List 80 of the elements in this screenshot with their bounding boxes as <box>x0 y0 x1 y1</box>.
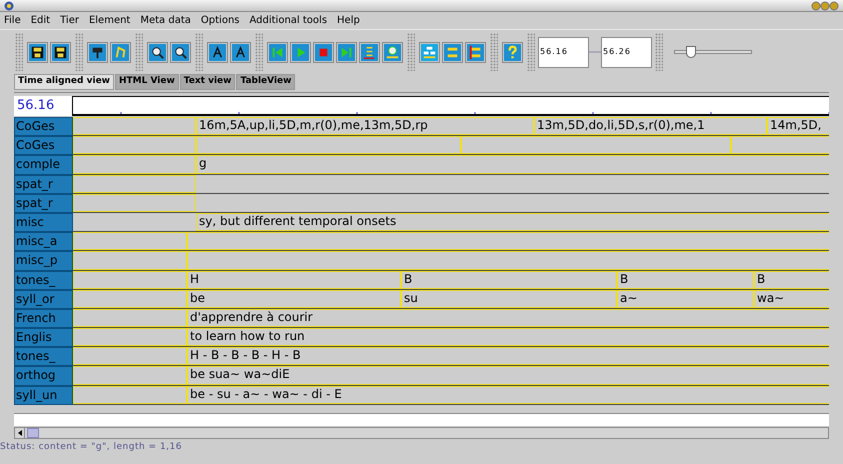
toolbar-grip[interactable] <box>407 33 415 71</box>
annotation-cell[interactable]: B <box>754 270 829 289</box>
annotation-cell[interactable]: B <box>617 270 754 289</box>
annotation-cell[interactable]: be <box>187 290 401 308</box>
tier-label[interactable]: CoGes <box>14 117 73 136</box>
menu-item[interactable]: Options <box>200 13 240 28</box>
left-arrow-icon <box>18 430 22 436</box>
tier-label[interactable]: CoGes <box>14 136 73 156</box>
tier-label[interactable]: misc_p <box>14 251 73 270</box>
annotation-cell[interactable]: H <box>187 270 401 289</box>
toolbar-grip[interactable] <box>655 33 663 71</box>
tier-label[interactable]: misc <box>14 212 73 232</box>
toolbar-grip[interactable] <box>75 33 83 71</box>
tier-label[interactable]: syll_or <box>14 290 73 309</box>
tier-label[interactable]: syll_un <box>14 386 73 405</box>
toolbar-grip[interactable] <box>15 33 23 71</box>
play-icon[interactable] <box>290 42 311 62</box>
toolbar-grip[interactable] <box>527 33 535 71</box>
skip-forward-icon[interactable] <box>336 42 357 62</box>
tier-label[interactable]: orthog <box>14 366 73 386</box>
skip-back-icon[interactable] <box>267 42 288 62</box>
empty-annotation[interactable] <box>187 232 829 250</box>
scrollbar-thumb[interactable] <box>27 428 39 438</box>
annotation-cell[interactable]: to learn how to run <box>187 328 829 346</box>
empty-annotation[interactable] <box>461 136 731 154</box>
tier-label[interactable]: spat_r <box>14 194 73 213</box>
toolbar-grip[interactable] <box>135 33 143 71</box>
annotation-cell[interactable]: 13m,5D,do,li,5D,s,r(0),me,1 <box>534 117 767 136</box>
annotation-cell[interactable]: su <box>401 290 617 308</box>
tier-label[interactable]: tones_ <box>14 270 73 290</box>
annotation-cell[interactable]: 14m,5D, <box>767 117 829 136</box>
zoom-out-icon[interactable] <box>147 42 168 62</box>
annotation-cell[interactable]: wa~ <box>754 290 829 308</box>
zoom-in-icon[interactable] <box>170 42 191 62</box>
window-controls-icon[interactable] <box>811 0 839 10</box>
tier-label[interactable]: comple <box>14 155 73 175</box>
menu-item[interactable]: Element <box>88 13 130 28</box>
annotation-cell[interactable]: a~ <box>617 290 754 308</box>
view-tab[interactable]: TableView <box>236 74 296 90</box>
view-tab[interactable]: Text view <box>180 74 236 90</box>
annotation-cell[interactable]: H - B - B - B - H - B <box>187 347 829 366</box>
annotation-cell[interactable]: B <box>401 270 617 289</box>
slider-thumb[interactable] <box>686 46 696 58</box>
empty-annotation[interactable] <box>731 136 829 154</box>
end-time-field[interactable]: 56.26 <box>601 36 652 68</box>
tier-label[interactable]: Englis <box>14 328 73 348</box>
help-icon[interactable] <box>502 42 523 62</box>
start-time-field[interactable]: 56.16 <box>538 36 589 68</box>
annotation-cell[interactable]: g <box>196 155 829 174</box>
menu-item[interactable]: Edit <box>30 13 50 28</box>
annotation-cell[interactable]: 16m,5A,up,li,5D,m,r(0),me,13m,5D,rp <box>196 117 534 136</box>
view-tab[interactable]: HTML View <box>114 74 179 90</box>
tier-label[interactable]: spat_r <box>14 174 73 194</box>
tree-icon[interactable] <box>419 42 440 62</box>
font-larger-icon[interactable] <box>230 42 251 62</box>
app-icon[interactable] <box>4 0 14 10</box>
annotation-cell[interactable]: d'apprendre à courir <box>187 308 829 328</box>
menu-item[interactable]: Tier <box>60 13 79 28</box>
annotation-cell[interactable]: be - su - a~ - wa~ - di - E <box>187 386 829 404</box>
save-icon[interactable] <box>27 42 48 62</box>
tier-label[interactable]: French <box>14 308 73 328</box>
tier-label[interactable]: tones_ <box>14 347 73 366</box>
save-icon[interactable] <box>50 42 71 62</box>
current-time: 56.16 <box>14 96 72 116</box>
view-tab[interactable]: Time aligned view <box>14 74 114 90</box>
annotation-cell[interactable]: sy, but different temporal onsets <box>196 212 829 232</box>
empty-annotation[interactable] <box>196 136 461 154</box>
menu-item[interactable]: File <box>4 13 21 28</box>
font-smaller-icon[interactable] <box>207 42 228 62</box>
menu-item[interactable]: Meta data <box>140 13 191 28</box>
status-text: Status: content = "g", length = 1,16 <box>0 440 183 454</box>
toolbar-grip[interactable] <box>195 33 203 71</box>
stop-icon[interactable] <box>313 42 334 62</box>
toolbar-grip[interactable] <box>255 33 263 71</box>
toolbar-grip[interactable] <box>490 33 498 71</box>
menu-item[interactable]: Additional tools <box>250 13 328 28</box>
tier-label[interactable]: misc_a <box>14 232 73 252</box>
menu-item[interactable]: Help <box>337 13 360 28</box>
text-field[interactable] <box>14 412 829 426</box>
annotation-cell[interactable]: be sua~ wa~diE <box>187 366 829 385</box>
